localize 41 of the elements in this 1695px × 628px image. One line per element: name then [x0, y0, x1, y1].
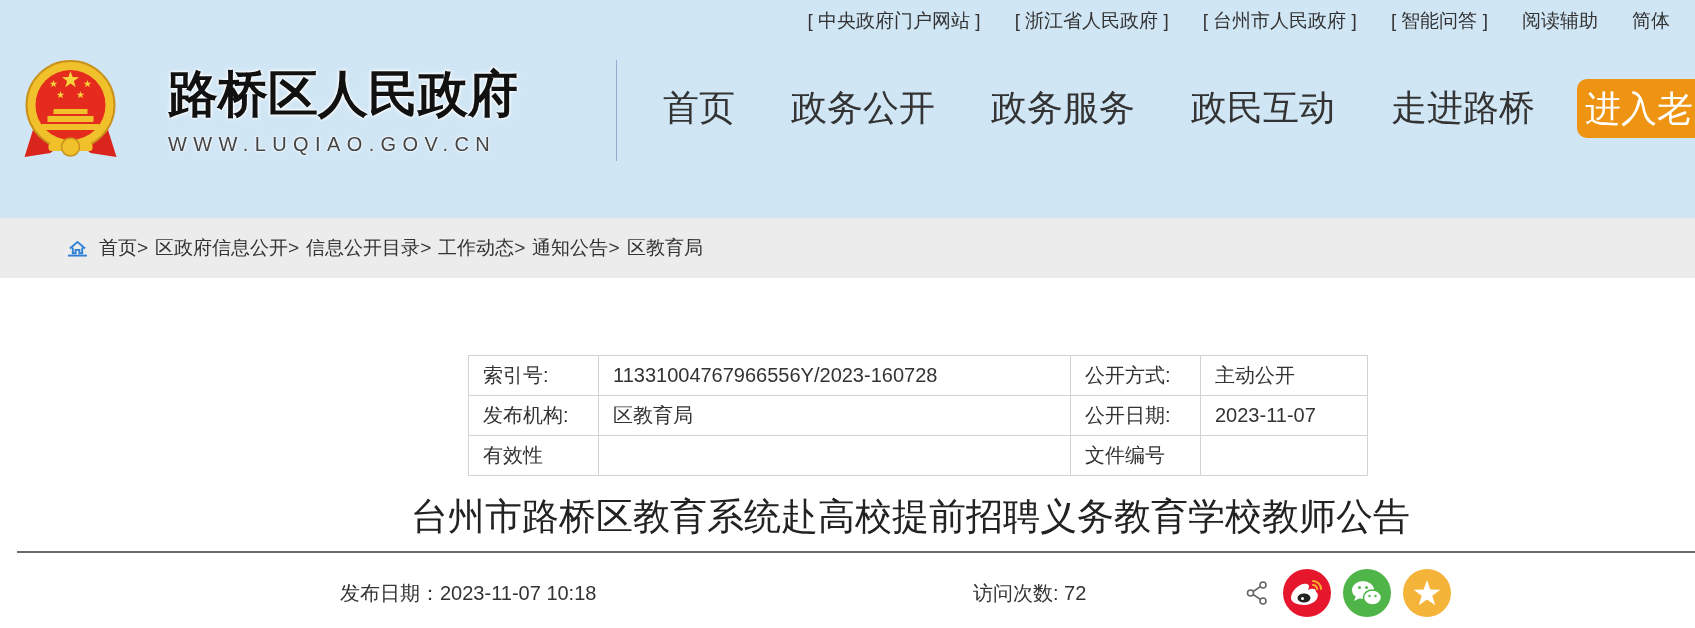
nav-item[interactable]: 政务公开 — [791, 86, 935, 130]
share-icon[interactable] — [1246, 581, 1268, 605]
value-cell: 11331004767966556Y/2023-160728 — [598, 355, 1071, 396]
label-cell: 文件编号 — [1070, 435, 1201, 476]
chat-bubbles-icon[interactable] — [1343, 569, 1391, 617]
value-cell: 区教育局 — [598, 395, 1071, 436]
site-title: 路桥区人民政府 — [168, 66, 518, 121]
nav-item[interactable]: 政民互动 — [1191, 86, 1335, 130]
breadcrumb-link[interactable]: 区教育局 — [626, 235, 703, 261]
breadcrumb-link[interactable]: 区政府信息公开 — [155, 235, 289, 261]
nav-item[interactable]: 走进路桥 — [1391, 86, 1535, 130]
label-cell: 索引号: — [468, 355, 599, 396]
nav-item[interactable]: 政务服务 — [991, 86, 1135, 130]
breadcrumb-link[interactable]: 通知公告 — [532, 235, 609, 261]
article-title: 台州市路桥区教育系统赴高校提前招聘义务教育学校教师公告 — [411, 495, 1410, 539]
label-cell: 有效性 — [468, 435, 599, 476]
label-cell: 公开日期: — [1070, 395, 1201, 436]
top-link[interactable]: [ 台州市人民政府 ] — [1202, 8, 1357, 34]
breadcrumb-separator: > — [137, 237, 149, 259]
value-cell: 2023-11-07 — [1200, 395, 1368, 436]
visit-count: 访问次数: 72 — [973, 581, 1087, 604]
breadcrumb-separator: > — [288, 237, 300, 259]
top-link[interactable]: 简体 — [1632, 8, 1670, 34]
label-cell: 公开方式: — [1070, 355, 1201, 396]
value-cell: 主动公开 — [1200, 355, 1368, 396]
breadcrumb-link[interactable]: 信息公开目录 — [306, 235, 421, 261]
breadcrumb-link[interactable]: 首页 — [99, 235, 137, 261]
breadcrumb-link[interactable]: 工作动态 — [438, 235, 515, 261]
site-url: WWW.LUQIAO.GOV.CN — [168, 132, 497, 155]
home-icon[interactable] — [68, 239, 87, 257]
label-cell: 发布机构: — [468, 395, 599, 436]
top-link[interactable]: [ 智能问答 ] — [1390, 8, 1488, 34]
publish-date: 发布日期：2023-11-07 10:18 — [340, 581, 597, 604]
weibo-icon[interactable] — [1283, 569, 1331, 617]
breadcrumb-separator: > — [420, 237, 432, 259]
nav-item[interactable]: 首页 — [663, 86, 735, 130]
top-link[interactable]: [ 浙江省人民政府 ] — [1014, 8, 1169, 34]
breadcrumb-separator: > — [514, 237, 526, 259]
top-link[interactable]: [ 中央政府门户网站 ] — [807, 8, 981, 34]
breadcrumb-separator: > — [608, 237, 620, 259]
top-link[interactable]: 阅读辅助 — [1522, 8, 1598, 34]
